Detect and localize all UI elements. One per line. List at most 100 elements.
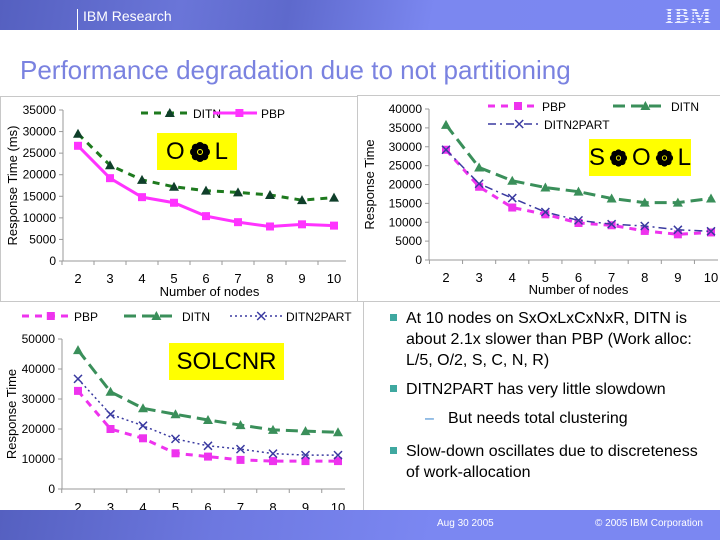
y-tick-label: 15000 xyxy=(23,189,57,203)
legend-item-ditn: DITN xyxy=(141,107,221,121)
chart-1: 050001000015000200002500030000350002 3 4 5 6… xyxy=(5,103,346,299)
legend-item-pbp: PBP xyxy=(213,107,285,121)
x-tick-label: 3 xyxy=(476,270,483,285)
legend-label: DITN2PART xyxy=(286,310,352,324)
x-tick-label: 4 xyxy=(509,270,516,285)
x-tick-label: 10 xyxy=(704,270,718,285)
data-point xyxy=(330,221,338,230)
legend-item-pbp: PBP xyxy=(488,100,566,114)
data-point xyxy=(607,221,616,230)
y-tick-label: 35000 xyxy=(23,103,57,117)
tag-text: SOLCNR xyxy=(176,347,277,375)
y-axis-title: Response Time (ms) xyxy=(5,126,20,246)
y-tick-label: 25000 xyxy=(389,159,423,173)
x-tick-label: 8 xyxy=(266,271,273,286)
legend-label: DITN2PART xyxy=(544,118,610,132)
legend-label: PBP xyxy=(261,107,285,121)
chart-2-panel: 0 5000 10000 15000 20000 25000 30000 35000 40000… xyxy=(357,95,720,302)
y-axis-title: Response Time xyxy=(4,369,19,459)
data-point xyxy=(73,128,83,138)
y-tick-label: 30000 xyxy=(22,392,56,406)
y-tick-label: 0 xyxy=(48,482,55,496)
data-point xyxy=(333,427,343,437)
data-point xyxy=(170,198,178,207)
bullet-marker xyxy=(390,385,397,392)
data-point xyxy=(138,421,148,431)
slide-title: Performance degradation due to not parti… xyxy=(20,55,571,85)
x-axis-title: Number of nodes xyxy=(160,284,260,299)
tag-text: S xyxy=(589,143,606,171)
x-tick-label: 8 xyxy=(641,270,648,285)
series-pbp xyxy=(74,386,342,466)
tag-text: L xyxy=(677,143,691,171)
data-point xyxy=(234,218,242,227)
legend-marker xyxy=(235,109,244,117)
data-point xyxy=(474,162,485,172)
chart-2-tag: SOL xyxy=(589,139,691,176)
y-tick-label: 10000 xyxy=(389,215,423,229)
y-tick-label: 40000 xyxy=(22,362,56,376)
header-divider xyxy=(77,9,78,30)
x-tick-label: 3 xyxy=(106,271,113,286)
x-tick-label: 10 xyxy=(327,271,341,286)
y-tick-label: 15000 xyxy=(389,196,423,210)
x-tick-label: 9 xyxy=(674,270,681,285)
y-tick-label: 50000 xyxy=(22,332,56,346)
legend-item-ditn2part: DITN2PART xyxy=(230,310,352,324)
data-point xyxy=(236,455,245,464)
data-point xyxy=(507,193,517,203)
data-point xyxy=(441,119,451,129)
bullet-item: DITN2PART has very little slowdown xyxy=(370,379,715,400)
data-point xyxy=(138,193,146,202)
data-point xyxy=(74,386,82,395)
brand-label: IBM Research xyxy=(83,8,172,24)
data-point xyxy=(266,222,274,231)
x-tick-label: 2 xyxy=(74,271,81,286)
x-tick-label: 4 xyxy=(138,271,145,286)
tag-text: L xyxy=(214,137,229,165)
data-point xyxy=(269,457,277,466)
footer-bar: Aug 30 2005 © 2005 IBM Corporation xyxy=(0,510,720,540)
y-tick-label: 20000 xyxy=(389,178,423,192)
legend-item-ditn2part: DITN2PART xyxy=(488,118,610,132)
legend-label: PBP xyxy=(542,100,566,114)
bullet-item: At 10 nodes on SxOxLxCxNxR, DITN is abou… xyxy=(370,308,715,371)
chart-1-tag: OL xyxy=(157,133,237,170)
flower-icon xyxy=(655,148,673,167)
data-point xyxy=(74,141,82,150)
flower-icon xyxy=(189,141,210,162)
y-tick-label: 25000 xyxy=(23,146,57,160)
x-tick-label: 9 xyxy=(298,271,305,286)
legend-marker xyxy=(514,102,522,110)
y-tick-label: 10000 xyxy=(23,211,57,225)
data-point xyxy=(105,409,116,419)
legend-item-pbp: PBP xyxy=(22,310,98,324)
bullet-marker xyxy=(390,314,397,321)
data-point xyxy=(73,374,83,384)
bullet-item: Slow-down oscillates due to discreteness… xyxy=(370,441,715,483)
footer-copyright: © 2005 IBM Corporation xyxy=(595,518,703,529)
data-point xyxy=(73,345,83,355)
bullet-text: DITN2PART has very little slowdown xyxy=(406,381,666,398)
data-point xyxy=(508,203,517,212)
legend-label: PBP xyxy=(74,310,98,324)
chart-3: 010000200003000040000500002345678910Numb… xyxy=(4,310,352,531)
tag-text: O xyxy=(165,137,185,165)
footer-date: Aug 30 2005 xyxy=(437,518,494,529)
data-point xyxy=(673,230,682,239)
data-point xyxy=(268,449,278,459)
bullet-list: At 10 nodes on SxOxLxCxNxR, DITN is abou… xyxy=(370,308,715,491)
legend-marker xyxy=(256,311,266,321)
data-point xyxy=(106,425,115,433)
y-tick-label: 5000 xyxy=(395,234,422,248)
header-bar: IBM Research IBM xyxy=(0,0,720,30)
x-axis-title: Number of nodes xyxy=(529,282,629,297)
legend-item-ditn: DITN xyxy=(613,100,699,114)
series-line xyxy=(76,389,338,463)
chart-1-panel: 0 5000 10000 15000 20000 25000 30000 35000 2 3 4 5 6… xyxy=(0,96,359,302)
data-point xyxy=(106,174,114,183)
y-tick-label: 20000 xyxy=(22,422,56,436)
data-point xyxy=(171,449,180,458)
sub-bullet-dash: – xyxy=(425,410,434,427)
y-tick-label: 40000 xyxy=(389,102,423,116)
